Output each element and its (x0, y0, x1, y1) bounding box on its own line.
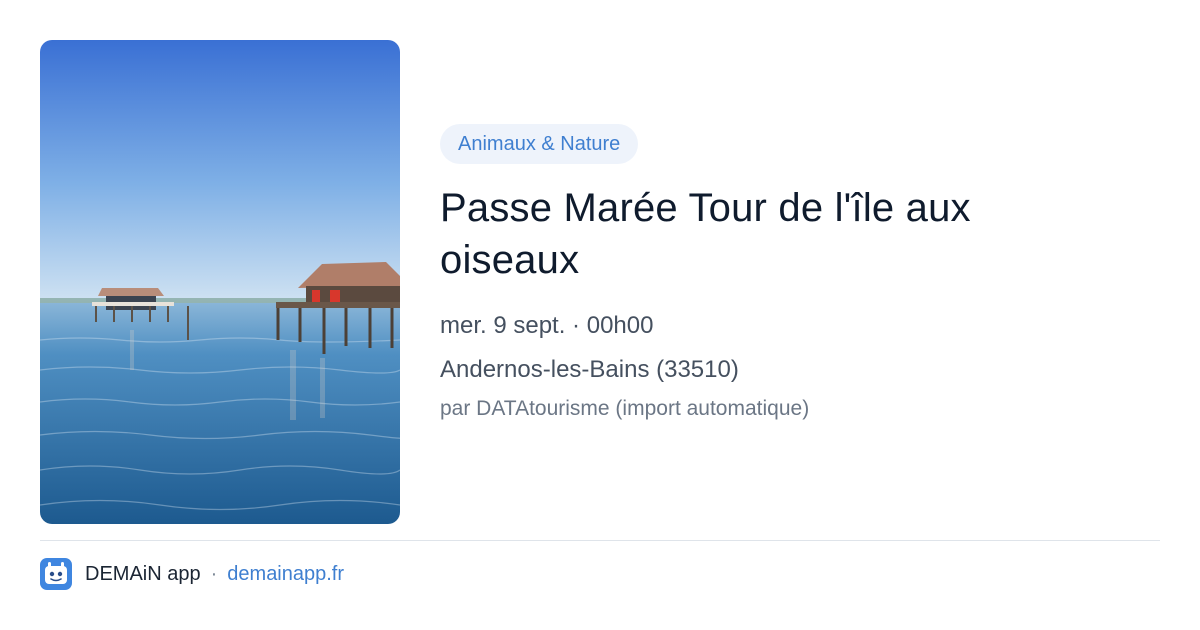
app-domain-link[interactable]: demainapp.fr (227, 563, 344, 586)
footer: DEMAiN app · demainapp.fr (40, 558, 344, 590)
event-details: Animaux & Nature Passe Marée Tour de l'î… (440, 124, 1160, 424)
app-name: DEMAiN app (85, 562, 201, 585)
event-title: Passe Marée Tour de l'île aux oiseaux (440, 186, 971, 282)
event-photo (40, 40, 400, 524)
demain-app-icon (40, 558, 72, 590)
event-source: par DATAtourisme (import automatique) (440, 397, 810, 420)
event-photo-illustration (40, 40, 400, 524)
category-tag[interactable]: Animaux & Nature (440, 124, 639, 164)
event-location: Andernos-les-Bains (33510) (440, 356, 739, 383)
event-date: mer. 9 sept. · 00h00 (440, 312, 654, 339)
footer-separator: · (210, 562, 218, 585)
footer-divider (40, 540, 1160, 541)
